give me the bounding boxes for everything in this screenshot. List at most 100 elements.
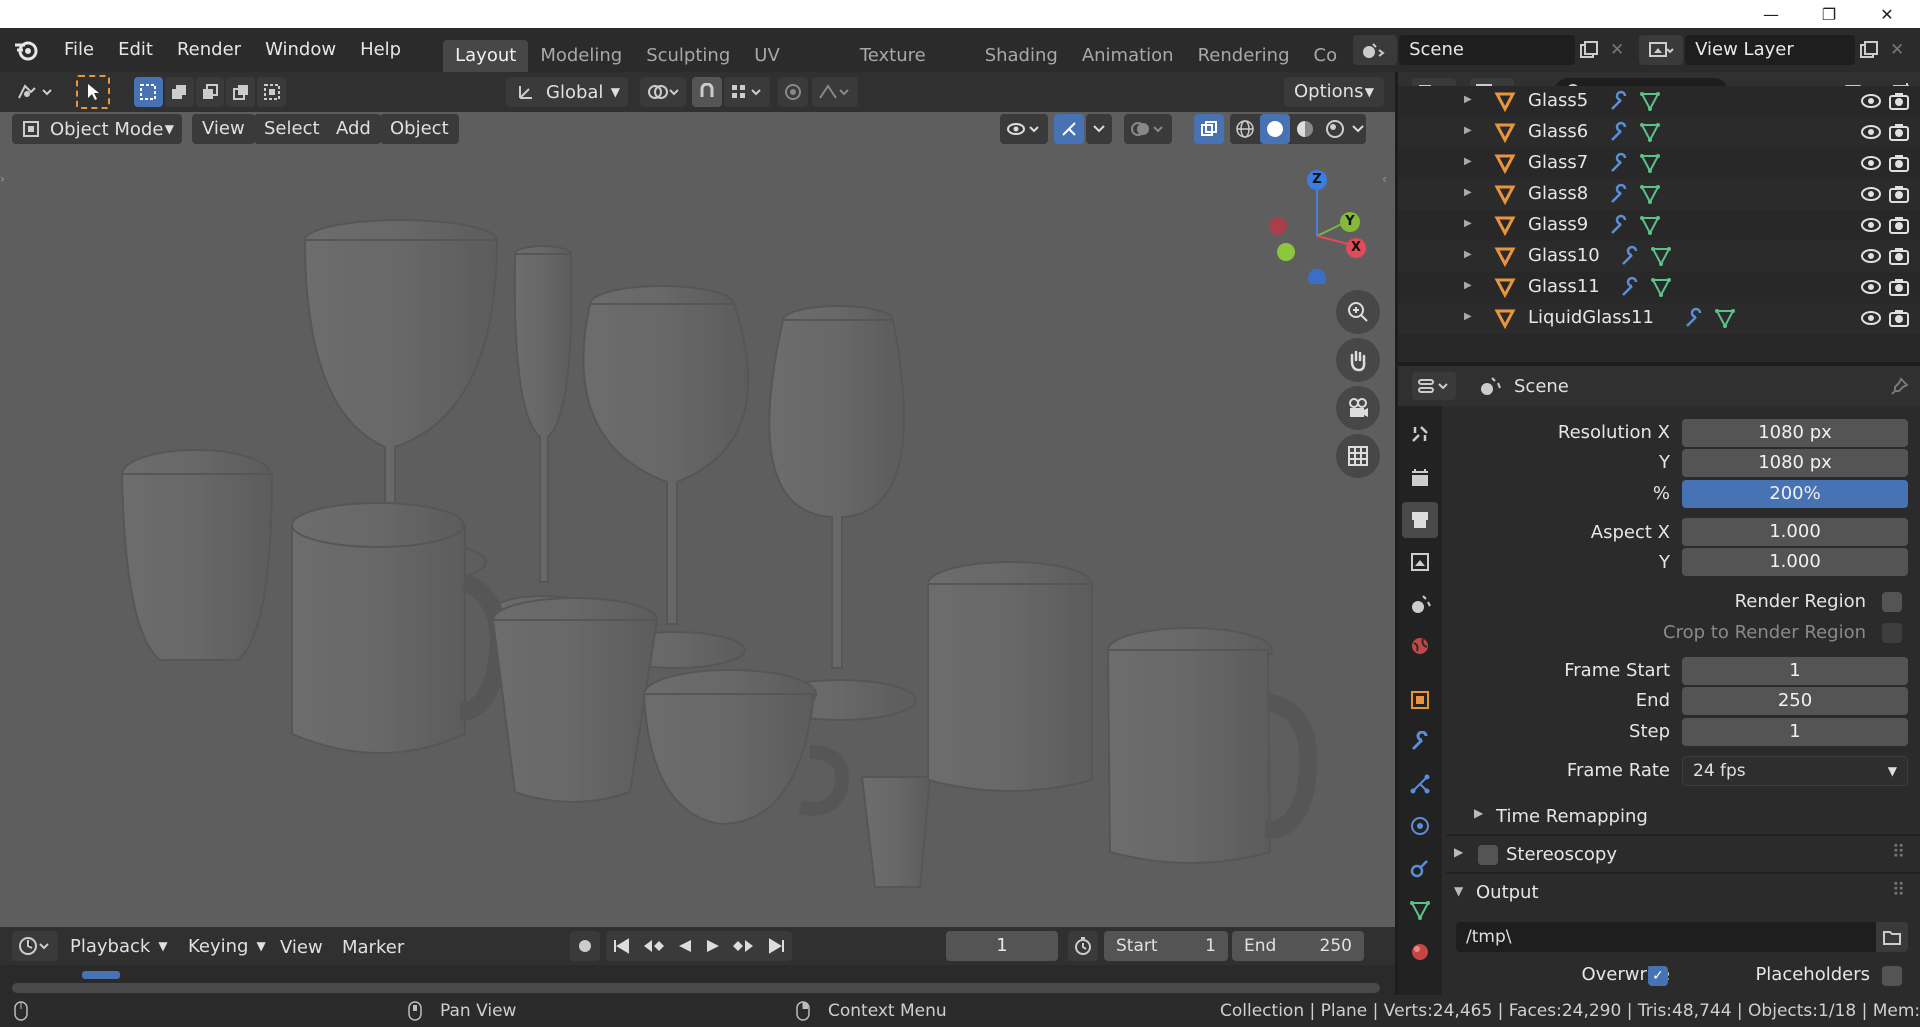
close-window-button[interactable]: ✕ — [1858, 0, 1916, 28]
modifier-icon[interactable] — [1609, 183, 1631, 205]
mesh-data-icon[interactable] — [1650, 276, 1672, 298]
menu-window[interactable]: Window — [253, 34, 348, 66]
eye-icon[interactable] — [1860, 246, 1882, 266]
tab-rendering[interactable]: Rendering — [1186, 40, 1302, 72]
render-camera-icon[interactable] — [1888, 215, 1910, 235]
tab-texture-paint[interactable]: Texture Paint — [848, 40, 973, 72]
disclosure-triangle-icon[interactable]: ▶ — [1464, 94, 1472, 105]
mesh-data-icon[interactable] — [1639, 214, 1661, 236]
end-frame-field[interactable]: End 250 — [1232, 931, 1364, 961]
menu-render[interactable]: Render — [165, 34, 253, 66]
material-tab-icon[interactable] — [1402, 934, 1438, 970]
resolution-x-field[interactable]: 1080 px — [1682, 419, 1908, 447]
outliner-row[interactable]: ▶ Glass7 — [1398, 148, 1920, 179]
output-panel[interactable]: Output — [1476, 882, 1539, 903]
timeline-scrollbar[interactable] — [12, 983, 1380, 993]
frame-rate-dropdown[interactable]: 24 fps ▼ — [1682, 756, 1908, 786]
disclosure-triangle-icon[interactable]: ▶ — [1464, 156, 1472, 167]
overwrite-checkbox[interactable]: ✓ — [1648, 966, 1668, 986]
snap-target-icon[interactable] — [724, 77, 770, 107]
constraints-tab-icon[interactable] — [1402, 850, 1438, 886]
render-camera-icon[interactable] — [1888, 122, 1910, 142]
play-icon[interactable] — [705, 938, 721, 954]
blender-logo-icon[interactable] — [0, 34, 52, 66]
placeholders-checkbox[interactable] — [1882, 966, 1902, 986]
delete-viewlayer-icon[interactable]: ✕ — [1883, 35, 1911, 65]
object-tab-icon[interactable] — [1402, 682, 1438, 718]
solid-shading-icon[interactable] — [1260, 114, 1290, 144]
navigation-gizmo[interactable]: Z Y X — [1260, 164, 1380, 287]
tab-uv-editing[interactable]: UV Editing — [742, 40, 848, 72]
mesh-data-icon[interactable] — [1639, 121, 1661, 143]
mesh-data-icon[interactable] — [1639, 152, 1661, 174]
scene-tab-icon[interactable] — [1402, 586, 1438, 622]
eye-icon[interactable] — [1860, 91, 1882, 111]
outliner-row[interactable]: ▶ Glass6 — [1398, 117, 1920, 148]
select-new-icon[interactable] — [134, 77, 163, 107]
render-camera-icon[interactable] — [1888, 246, 1910, 266]
modifier-icon[interactable] — [1684, 307, 1706, 329]
physics-tab-icon[interactable] — [1402, 808, 1438, 844]
next-keyframe-icon[interactable] — [733, 938, 755, 954]
output-path-input[interactable]: /tmp\ — [1456, 922, 1876, 952]
pin-icon[interactable] — [1888, 374, 1912, 398]
start-frame-field[interactable]: Start 1 — [1104, 931, 1228, 961]
current-frame-field[interactable]: 1 — [946, 931, 1058, 961]
eye-icon[interactable] — [1860, 215, 1882, 235]
modifier-icon[interactable] — [1620, 245, 1642, 267]
modifier-tab-icon[interactable] — [1402, 724, 1438, 760]
snap-toggle-icon[interactable] — [692, 77, 722, 107]
camera-view-button[interactable] — [1336, 386, 1380, 430]
folder-icon[interactable] — [1876, 922, 1908, 952]
3d-viewport[interactable]: › ‹ Z Y X — [0, 112, 1395, 927]
material-shading-icon[interactable] — [1290, 114, 1320, 144]
aspect-y-field[interactable]: 1.000 — [1682, 548, 1908, 576]
eye-icon[interactable] — [1860, 184, 1882, 204]
new-viewlayer-icon[interactable] — [1855, 35, 1883, 65]
crop-region-checkbox[interactable] — [1882, 623, 1902, 643]
record-icon[interactable] — [570, 931, 600, 961]
select-intersect-icon[interactable] — [257, 77, 286, 107]
view-layer-tab-icon[interactable] — [1402, 544, 1438, 580]
disclosure-triangle-icon[interactable]: ▶ — [1464, 280, 1472, 291]
outliner-item-name[interactable]: Glass10 — [1528, 245, 1600, 266]
properties-editor-type-icon[interactable] — [1412, 372, 1456, 400]
gizmo-toggle-icon[interactable] — [1054, 114, 1084, 144]
menu-edit[interactable]: Edit — [106, 34, 165, 66]
outliner-item-name[interactable]: Glass5 — [1528, 90, 1588, 111]
gizmo-options-icon[interactable] — [1086, 114, 1112, 144]
world-tab-icon[interactable] — [1402, 628, 1438, 664]
frame-end-field[interactable]: 250 — [1682, 687, 1908, 715]
render-region-checkbox[interactable] — [1882, 592, 1902, 612]
viewport-add-menu[interactable]: Add — [326, 114, 381, 144]
outliner-item-name[interactable]: Glass11 — [1528, 276, 1600, 297]
sidebar-toggle-icon[interactable]: ‹ — [1382, 172, 1394, 192]
timeline-view-menu[interactable]: View — [280, 937, 323, 958]
drag-handle-icon[interactable]: ⠿ — [1892, 842, 1905, 863]
select-invert-icon[interactable] — [226, 77, 256, 107]
render-camera-icon[interactable] — [1888, 153, 1910, 173]
outliner-row[interactable]: ▶ Glass9 — [1398, 210, 1920, 241]
tab-sculpting[interactable]: Sculpting — [634, 40, 742, 72]
jump-end-icon[interactable] — [768, 938, 786, 954]
modifier-icon[interactable] — [1609, 121, 1631, 143]
zoom-button[interactable] — [1336, 290, 1380, 334]
select-extend-icon[interactable] — [164, 77, 194, 107]
tab-modeling[interactable]: Modeling — [528, 40, 634, 72]
disclosure-triangle-icon[interactable]: ▶ — [1464, 187, 1472, 198]
stopwatch-icon[interactable] — [1068, 931, 1098, 961]
timeline-marker-menu[interactable]: Marker — [342, 937, 404, 958]
time-remapping-panel[interactable]: Time Remapping — [1496, 806, 1648, 827]
tab-shading[interactable]: Shading — [973, 40, 1070, 72]
stereoscopy-checkbox[interactable] — [1478, 845, 1498, 865]
eye-icon[interactable] — [1860, 122, 1882, 142]
tab-compositing[interactable]: Co — [1302, 40, 1350, 72]
output-tab-icon[interactable] — [1402, 502, 1438, 538]
outliner-row[interactable]: ▶ Glass11 — [1398, 272, 1920, 303]
prev-keyframe-icon[interactable] — [642, 938, 665, 954]
outliner-item-name[interactable]: Glass6 — [1528, 121, 1588, 142]
modifier-icon[interactable] — [1609, 90, 1631, 112]
outliner-row[interactable]: ▶ Glass5 — [1398, 86, 1920, 117]
tab-animation[interactable]: Animation — [1070, 40, 1186, 72]
viewport-object-menu[interactable]: Object — [380, 114, 459, 144]
